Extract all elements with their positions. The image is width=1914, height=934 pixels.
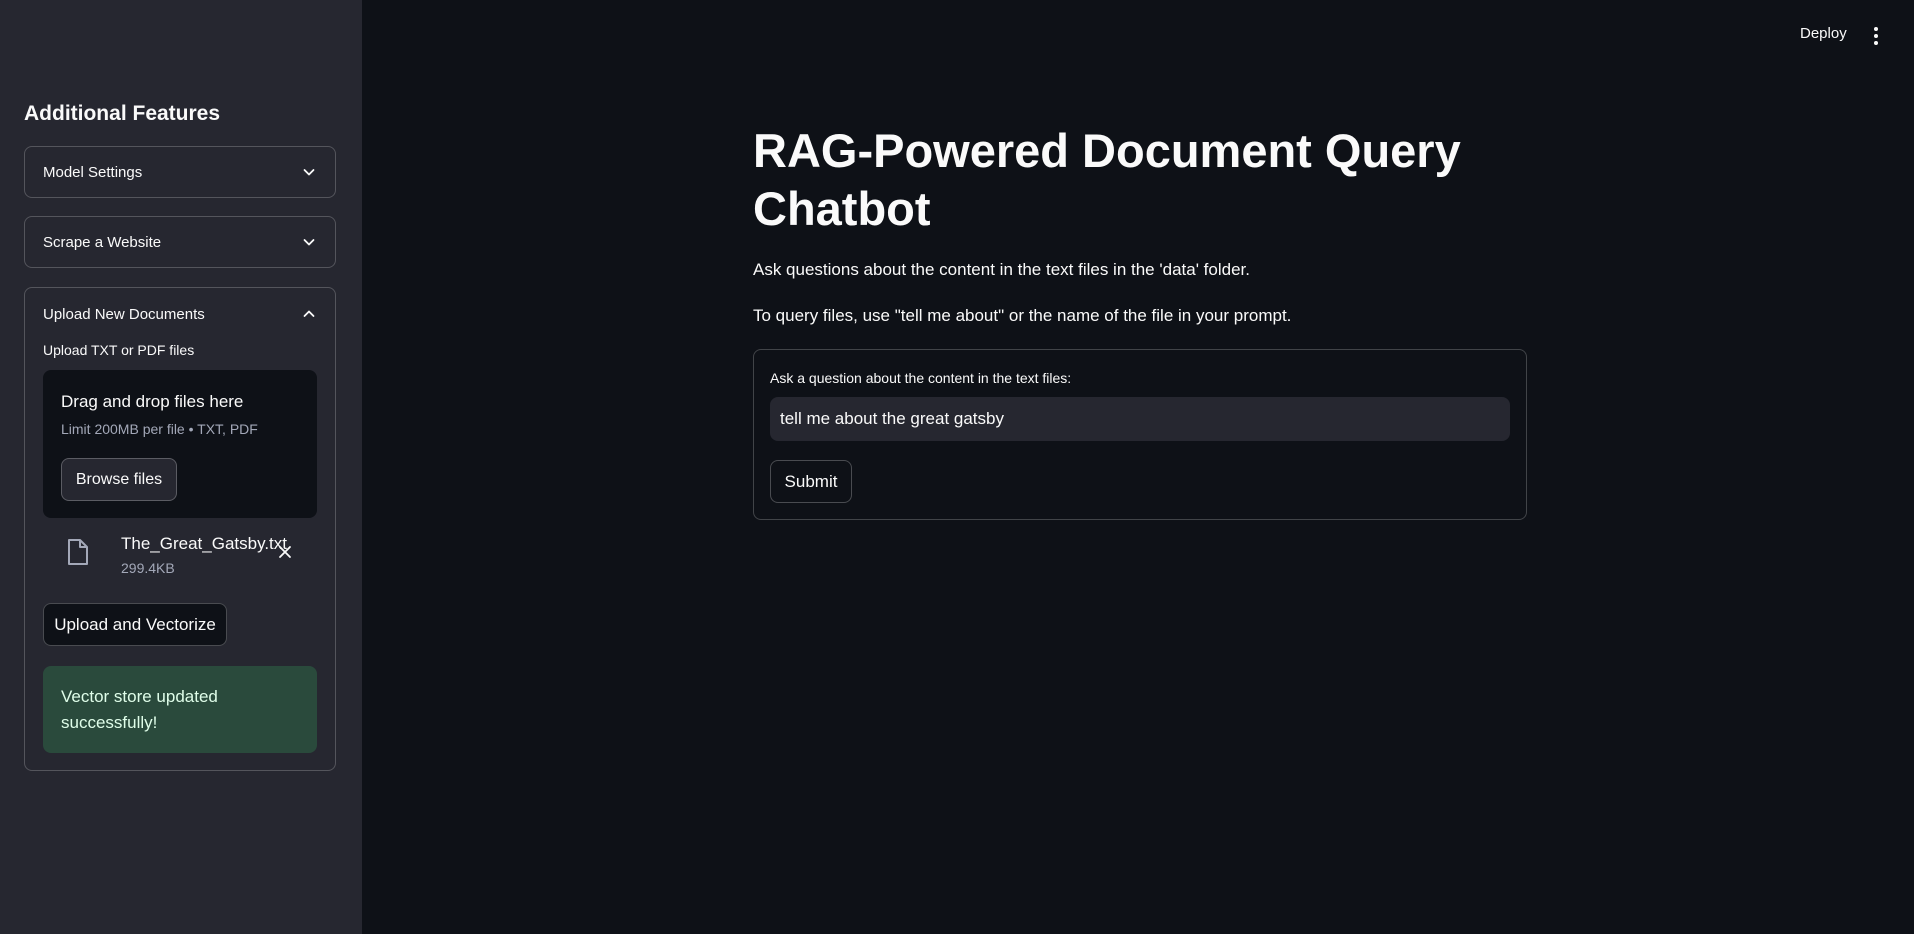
- file-dropzone[interactable]: Drag and drop files here Limit 200MB per…: [43, 370, 317, 518]
- more-vertical-icon[interactable]: [1868, 26, 1884, 46]
- success-alert: Vector store updated successfully!: [43, 666, 317, 753]
- file-name: The_Great_Gatsby.txt: [121, 534, 287, 553]
- browse-files-button[interactable]: Browse files: [61, 458, 177, 501]
- file-icon: [68, 539, 88, 565]
- expander-model-settings-header[interactable]: Model Settings: [25, 147, 335, 197]
- expander-label: Upload New Documents: [43, 305, 205, 323]
- uploaded-file-item: The_Great_Gatsby.txt 299.4KB: [43, 530, 317, 580]
- submit-button[interactable]: Submit: [770, 460, 852, 503]
- description-text: Ask questions about the content in the t…: [753, 260, 1250, 279]
- chevron-down-icon: [303, 169, 315, 176]
- close-icon[interactable]: [277, 544, 293, 560]
- app-root: Additional Features Model Settings Scrap…: [0, 0, 1914, 934]
- chevron-down-icon: [303, 239, 315, 246]
- expander-scrape-website-header[interactable]: Scrape a Website: [25, 217, 335, 267]
- question-input[interactable]: [770, 397, 1510, 441]
- expander-upload-documents-header[interactable]: Upload New Documents: [25, 288, 335, 340]
- query-form: Ask a question about the content in the …: [753, 349, 1527, 520]
- expander-scrape-website: Scrape a Website: [24, 216, 336, 268]
- file-size: 299.4KB: [121, 560, 175, 576]
- sidebar: Additional Features Model Settings Scrap…: [0, 0, 362, 934]
- expander-model-settings: Model Settings: [24, 146, 336, 198]
- question-label: Ask a question about the content in the …: [770, 370, 1072, 386]
- expander-upload-documents: Upload New Documents Upload TXT or PDF f…: [24, 287, 336, 771]
- dropzone-limit: Limit 200MB per file • TXT, PDF: [61, 421, 258, 437]
- description-text: To query files, use "tell me about" or t…: [753, 306, 1292, 325]
- uploader-label: Upload TXT or PDF files: [43, 342, 195, 358]
- deploy-button[interactable]: Deploy: [1800, 25, 1847, 42]
- expander-label: Model Settings: [43, 163, 143, 181]
- chevron-up-icon: [303, 310, 315, 317]
- page-title: RAG-Powered Document Query Chatbot: [753, 124, 1461, 235]
- expander-label: Scrape a Website: [43, 233, 162, 251]
- upload-vectorize-button[interactable]: Upload and Vectorize: [43, 603, 227, 646]
- dropzone-title: Drag and drop files here: [61, 392, 244, 411]
- sidebar-title: Additional Features: [24, 102, 221, 125]
